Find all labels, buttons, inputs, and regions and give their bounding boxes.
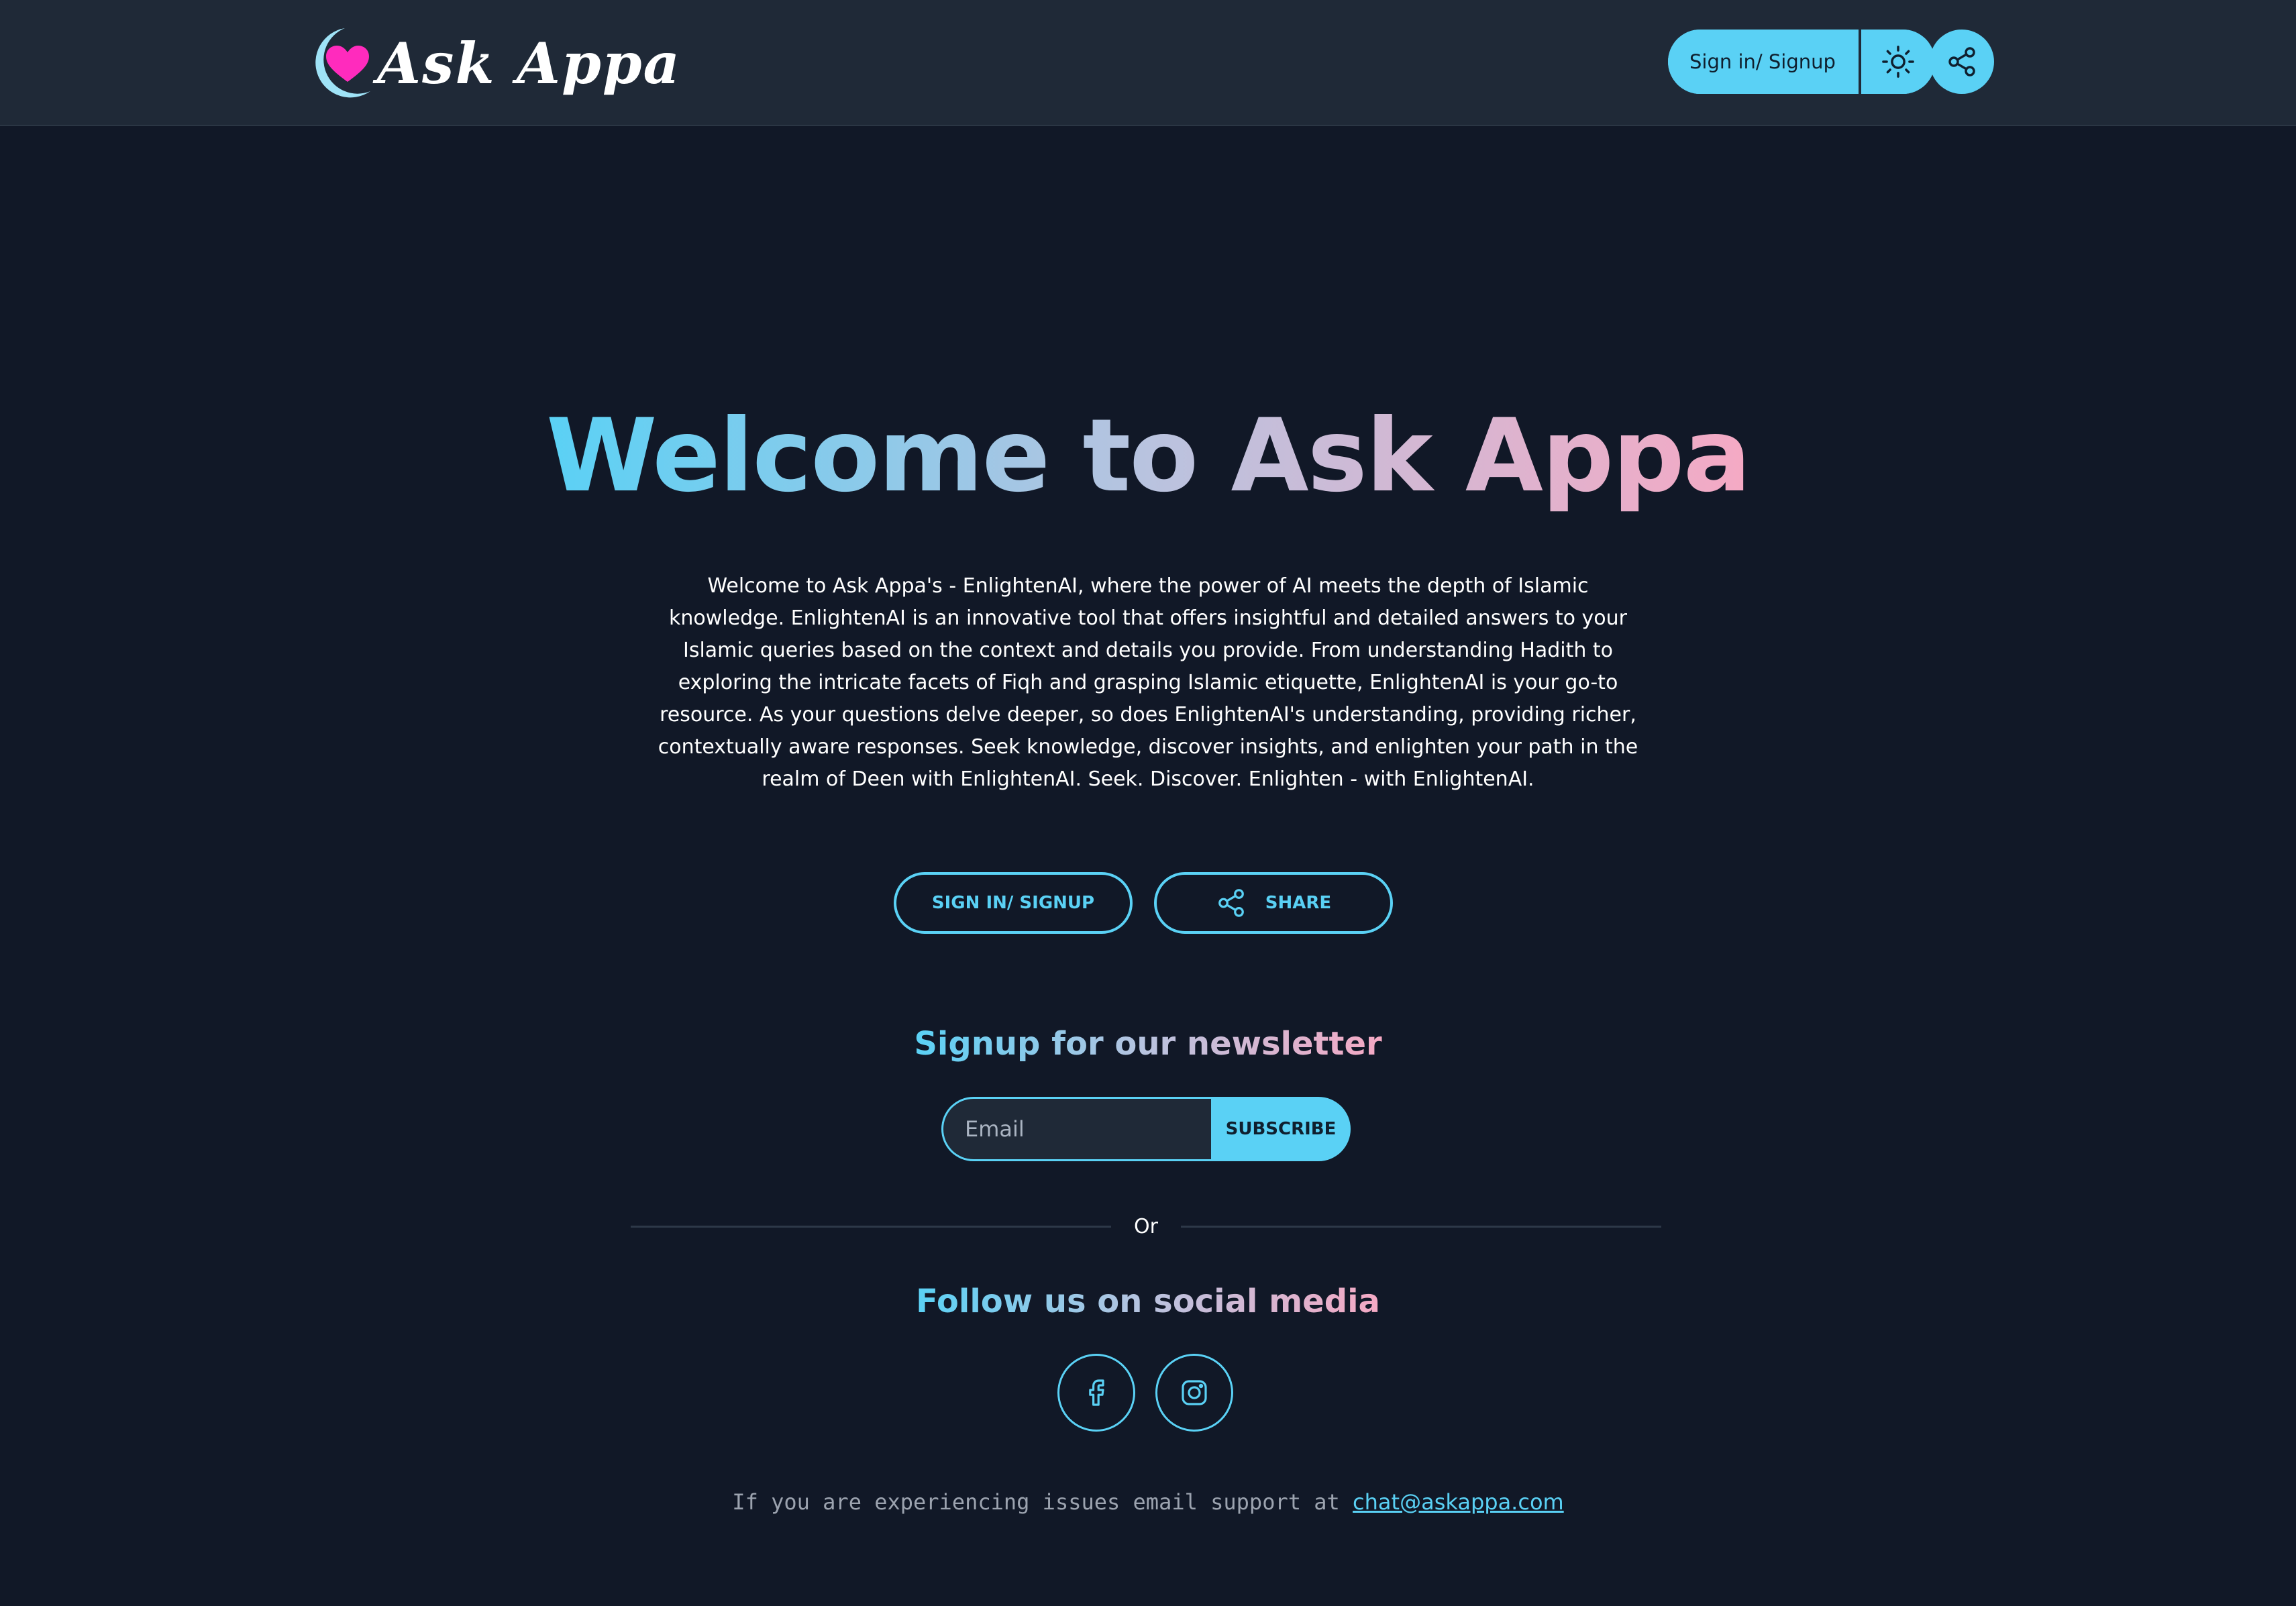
email-input[interactable] <box>941 1097 1211 1161</box>
sun-icon <box>1882 46 1914 78</box>
support-text: If you are experiencing issues email sup… <box>732 1489 1340 1515</box>
support-footer: If you are experiencing issues email sup… <box>0 1489 2296 1515</box>
hero-title-text: Welcome to Ask Appa <box>546 389 1750 523</box>
nav-button-group: Sign in/ Signup <box>1668 30 1935 94</box>
theme-toggle-button[interactable] <box>1861 30 1935 94</box>
hero-title: Welcome to Ask Appa <box>0 389 2296 523</box>
crescent-heart-icon <box>315 28 370 98</box>
signin-button-label: Sign in/ Signup <box>931 893 1095 913</box>
newsletter-form: Subscribe <box>941 1097 1351 1161</box>
signin-button[interactable]: Sign in/ Signup <box>894 872 1133 934</box>
navbar: Ask Appa Sign in/ Signup <box>0 0 2296 126</box>
divider-line-left <box>631 1225 1112 1228</box>
newsletter-title-text: Signup for our newsletter <box>914 1017 1381 1071</box>
share-button-label: Share <box>1265 893 1332 913</box>
newsletter-title: Signup for our newsletter <box>0 1017 2296 1071</box>
hero-title-part1: Welcome to <box>546 398 1198 515</box>
instagram-icon <box>1182 1380 1207 1405</box>
facebook-button[interactable] <box>1057 1354 1135 1432</box>
social-links <box>1057 1354 1233 1432</box>
instagram-button[interactable] <box>1155 1354 1233 1432</box>
nav-signin-button[interactable]: Sign in/ Signup <box>1668 30 1859 94</box>
logo-text: Ask Appa <box>377 30 681 97</box>
hero-title-part2: Ask Appa <box>1231 398 1750 515</box>
or-text: Or <box>1134 1214 1158 1238</box>
cta-row: Sign in/ Signup Share <box>894 872 1393 934</box>
hero-description: Welcome to Ask Appa's - EnlightenAI, whe… <box>658 574 1638 791</box>
page: Ask Appa Sign in/ Signup Welcome to Ask … <box>0 0 2296 1606</box>
share-icon <box>1948 47 1975 76</box>
subscribe-button[interactable]: Subscribe <box>1211 1097 1351 1161</box>
support-email-link[interactable]: chat@askappa.com <box>1353 1489 1564 1515</box>
social-title: Follow us on social media <box>0 1275 2296 1328</box>
divider-line-right <box>1180 1225 1662 1228</box>
share-icon <box>1218 889 1244 917</box>
logo[interactable]: Ask Appa <box>306 23 681 103</box>
facebook-icon <box>1089 1379 1104 1406</box>
nav-share-button[interactable] <box>1930 30 1994 94</box>
share-button[interactable]: Share <box>1154 872 1393 934</box>
or-divider: Or <box>631 1208 1662 1245</box>
social-title-text: Follow us on social media <box>916 1275 1380 1328</box>
